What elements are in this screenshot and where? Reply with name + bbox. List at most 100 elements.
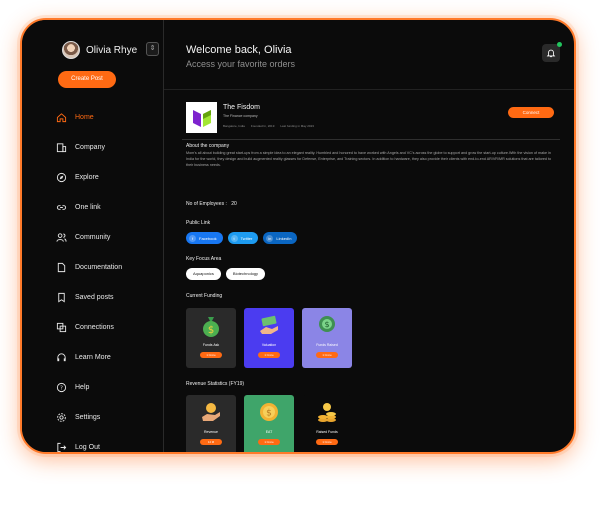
help-icon: ?	[56, 382, 67, 393]
main-content: The Fisdom The Finance company Bangalore…	[164, 90, 574, 452]
notification-button[interactable]	[542, 42, 562, 62]
revenue-card[interactable]: $ EAT 1 Crore	[244, 395, 294, 452]
sidebar-item-label: Log Out	[75, 443, 100, 451]
sidebar-item-label: Settings	[75, 413, 101, 421]
revenue-cards: Revenue 12 M $ EAT 1 Crore Raised Funds …	[186, 395, 352, 452]
gold-coin-icon: $	[260, 403, 278, 421]
location-text: Bangalore, India	[223, 124, 245, 128]
sidebar-item-company[interactable]: Company	[56, 132, 122, 162]
sidebar-item-label: Connections	[75, 323, 114, 331]
sidebar-nav: Home Company Explore One link Community …	[56, 102, 122, 452]
svg-text:$: $	[208, 325, 214, 336]
company-header: The Fisdom The Finance company	[186, 102, 260, 133]
focus-tag[interactable]: Aquaponics	[186, 268, 221, 280]
sidebar-item-label: Saved posts	[75, 293, 114, 301]
revenue-title: Revenue Statistics (FY19)	[186, 381, 245, 387]
about-title: About the company	[186, 143, 230, 149]
avatar	[62, 41, 80, 59]
sidebar-item-connections[interactable]: Connections	[56, 312, 122, 342]
company-meta: Bangalore, India Founded In, 2019 Last f…	[223, 124, 314, 128]
funding-title: Current Funding	[186, 293, 223, 299]
focus-title: Key Focus Area	[186, 256, 222, 262]
link-label: LinkedIn	[276, 235, 292, 241]
hand-coin-icon	[202, 403, 220, 421]
sidebar-item-community[interactable]: Community	[56, 222, 122, 252]
page-subtitle: Access your favorite orders	[186, 59, 296, 69]
sidebar-item-log-out[interactable]: Log Out	[56, 432, 122, 452]
chevron-icon[interactable]: ⇕	[146, 42, 159, 56]
app-window: Olivia Rhye ⇕ Create Post Home Company E…	[20, 18, 576, 454]
card-label: Funds Ask	[202, 343, 220, 347]
employee-count: No of Employees : 20	[186, 201, 237, 207]
link-icon	[56, 202, 67, 213]
bookmark-icon	[56, 292, 67, 303]
company-name: The Fisdom	[223, 104, 260, 111]
facebook-link[interactable]: f Facebook	[186, 232, 223, 244]
sidebar-item-learn-more[interactable]: Learn More	[56, 342, 122, 372]
focus-tag[interactable]: Biotechnology	[225, 268, 266, 280]
home-icon	[56, 112, 67, 123]
card-value: 12 M	[200, 439, 222, 445]
linkedin-link[interactable]: in LinkedIn	[263, 232, 298, 244]
focus-tags: Aquaponics Biotechnology	[186, 268, 266, 280]
coin-stack-icon	[318, 403, 336, 422]
linkedin-icon: in	[266, 234, 274, 242]
sidebar-item-home[interactable]: Home	[56, 102, 122, 132]
funding-card[interactable]: $ Funds Ask 1 Crore	[186, 308, 236, 368]
twitter-link[interactable]: t Twitter	[227, 232, 259, 244]
funding-card[interactable]: Valuation 1 Crore	[244, 308, 294, 368]
svg-text:?: ?	[60, 385, 63, 391]
sidebar-item-one-link[interactable]: One link	[56, 192, 122, 222]
sidebar-item-settings[interactable]: Settings	[56, 402, 122, 432]
facebook-icon: f	[189, 234, 196, 242]
link-label: Facebook	[199, 235, 217, 241]
employee-value: 20	[231, 201, 237, 207]
sidebar-item-label: Learn More	[75, 353, 111, 361]
funding-card[interactable]: $ Funds Raised 1 Crore	[302, 308, 352, 368]
money-bag-icon: $	[203, 317, 219, 337]
user-profile[interactable]: Olivia Rhye	[62, 41, 137, 59]
sidebar: Olivia Rhye ⇕ Create Post Home Company E…	[22, 20, 164, 452]
gear-icon	[56, 412, 67, 423]
bell-icon	[546, 49, 556, 58]
employee-label: No of Employees :	[186, 201, 227, 207]
card-value: 1 Crore	[316, 439, 338, 445]
users-icon	[56, 232, 67, 243]
connect-button[interactable]: Connect	[508, 107, 554, 118]
headphones-icon	[56, 352, 67, 363]
card-value: 1 Crore	[316, 352, 338, 358]
sidebar-item-label: Help	[75, 383, 90, 391]
link-label: Twitter	[240, 235, 253, 241]
sidebar-item-label: Home	[75, 113, 94, 121]
sidebar-item-explore[interactable]: Explore	[56, 162, 122, 192]
page-title: Welcome back, Olivia	[186, 44, 292, 56]
card-label: Valuation	[261, 343, 277, 347]
card-label: Revenue	[203, 430, 218, 434]
about-text: Mom's all about building great start-ups…	[186, 151, 552, 167]
sidebar-item-documentation[interactable]: Documentation	[56, 252, 122, 282]
building-icon	[56, 142, 67, 153]
money-stack-icon: $	[319, 316, 335, 332]
divider	[182, 139, 560, 140]
revenue-card[interactable]: Raised Funds 1 Crore	[302, 395, 352, 452]
profile-name: Olivia Rhye	[86, 44, 138, 56]
company-logo	[186, 102, 217, 133]
public-link-title: Public Link	[186, 220, 211, 226]
create-post-button[interactable]: Create Post	[58, 71, 116, 88]
company-tagline: The Finance company	[223, 114, 258, 118]
sidebar-item-label: Explore	[75, 173, 99, 181]
card-label: EAT	[265, 430, 273, 434]
revenue-card[interactable]: Revenue 12 M	[186, 395, 236, 452]
card-label: Raised Funds	[316, 430, 338, 434]
founded-text: Founded In, 2019	[250, 124, 275, 128]
sidebar-item-label: Community	[75, 233, 111, 241]
public-links: f Facebook t Twitter in LinkedIn	[186, 232, 298, 244]
sidebar-item-label: One link	[75, 203, 101, 211]
cash-hand-icon	[260, 315, 278, 334]
sidebar-item-help[interactable]: ? Help	[56, 372, 122, 402]
svg-text:$: $	[324, 320, 329, 329]
card-value: 1 Crore	[258, 439, 280, 445]
document-icon	[56, 262, 67, 273]
svg-text:$: $	[266, 409, 272, 419]
sidebar-item-saved-posts[interactable]: Saved posts	[56, 282, 122, 312]
